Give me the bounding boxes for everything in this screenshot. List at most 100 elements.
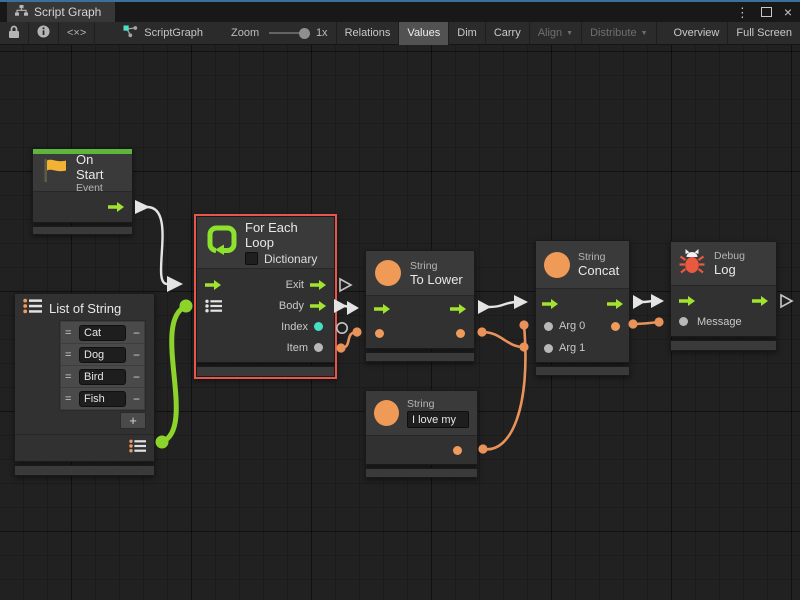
port-result-out[interactable]	[611, 322, 620, 331]
remove-item-button[interactable]: −	[130, 370, 140, 384]
flag-icon	[41, 157, 68, 189]
port-string-in[interactable]	[375, 329, 384, 338]
port-list-out[interactable]	[129, 439, 146, 458]
code-preview-button[interactable]: <×>	[59, 22, 95, 45]
overview-button[interactable]: Overview	[666, 22, 729, 45]
values-toggle[interactable]: Values	[399, 22, 449, 45]
list-item-value[interactable]: Cat	[79, 325, 126, 341]
list-item-value[interactable]: Fish	[79, 391, 126, 407]
port-trigger-in[interactable]	[542, 299, 558, 309]
node-string-literal[interactable]: String	[365, 390, 478, 478]
zoom-slider-handle[interactable]	[299, 28, 310, 39]
port-trigger-out[interactable]	[450, 304, 466, 314]
wire-concat-to-log[interactable]	[633, 294, 664, 309]
port-trigger-in[interactable]	[679, 296, 695, 306]
drag-handle[interactable]: =	[65, 393, 75, 405]
node-for-each-loop[interactable]: For Each Loop Dictionary Exit	[196, 216, 335, 377]
graph-hierarchy-icon	[15, 5, 28, 19]
node-footer	[365, 352, 475, 362]
port-string-out[interactable]	[456, 329, 465, 338]
exit-unconnected-marker[interactable]	[340, 279, 351, 291]
remove-item-button[interactable]: −	[130, 392, 140, 406]
node-footer	[32, 226, 133, 235]
tab-title: Script Graph	[34, 5, 101, 19]
log-exit-unconnected-marker[interactable]	[781, 295, 792, 307]
port-collection-in[interactable]	[205, 299, 222, 313]
list-item-value[interactable]: Dog	[79, 347, 126, 363]
node-title: To Lower	[410, 272, 463, 287]
list-item-row: = Cat −	[61, 322, 144, 343]
zoom-value: 1x	[316, 27, 328, 39]
lock-icon	[8, 25, 20, 42]
port-message-in[interactable]: Message	[679, 316, 742, 328]
node-concat[interactable]: String Concat	[535, 240, 630, 376]
wire-onstart-to-foreach[interactable]	[135, 200, 183, 292]
lock-button[interactable]	[0, 22, 29, 45]
window-menu-button[interactable]: ⋮	[736, 6, 749, 19]
wire-item-to-tolower[interactable]	[336, 327, 361, 352]
port-trigger-in[interactable]	[205, 280, 221, 290]
port-trigger-out[interactable]	[752, 296, 768, 306]
inspect-button[interactable]	[29, 22, 59, 45]
string-type-icon	[374, 400, 399, 426]
bug-icon	[679, 248, 705, 280]
node-category: String	[578, 251, 619, 263]
wire-body-to-tolower[interactable]	[334, 299, 359, 315]
chevron-down-icon: ▼	[566, 30, 573, 37]
wire-list-to-foreach[interactable]	[156, 300, 193, 449]
align-dropdown[interactable]: Align ▼	[530, 22, 582, 45]
unity-script-graph-window: Script Graph ⋮ ×	[0, 0, 800, 600]
relations-toggle[interactable]: Relations	[337, 22, 400, 45]
port-trigger-out[interactable]	[607, 299, 623, 309]
port-exit[interactable]: Exit	[286, 279, 326, 291]
node-to-lower[interactable]: String To Lower	[365, 250, 475, 362]
port-item[interactable]: Item	[287, 342, 326, 354]
port-string-out[interactable]	[453, 446, 462, 455]
port-arg0-in[interactable]: Arg 0	[544, 320, 585, 332]
drag-handle[interactable]: =	[65, 371, 75, 383]
string-value-input[interactable]	[407, 411, 469, 428]
list-item-row: = Bird −	[61, 366, 144, 387]
graph-canvas[interactable]: On Start Event	[0, 45, 800, 600]
node-footer	[535, 366, 630, 376]
node-debug-log[interactable]: Debug Log	[670, 241, 777, 351]
wire-tolower-to-concat[interactable]	[478, 295, 528, 314]
list-item-row: = Fish −	[61, 388, 144, 409]
close-button[interactable]: ×	[784, 5, 792, 19]
add-item-button[interactable]: +	[120, 412, 146, 429]
carry-toggle[interactable]: Carry	[486, 22, 530, 45]
port-index[interactable]: Index	[281, 321, 326, 333]
node-category: Debug	[714, 250, 745, 262]
drag-handle[interactable]: =	[65, 349, 75, 361]
list-item-value[interactable]: Bird	[79, 369, 126, 385]
fullscreen-button[interactable]: Full Screen	[728, 22, 800, 45]
index-unconnected-marker[interactable]	[337, 323, 347, 333]
wire-tolower-to-arg1[interactable]	[477, 327, 528, 351]
drag-handle[interactable]: =	[65, 327, 75, 339]
wire-concat-to-message[interactable]	[628, 317, 663, 328]
dictionary-checkbox[interactable]	[245, 252, 258, 265]
node-title: On Start	[76, 152, 124, 182]
title-bar: Script Graph ⋮ ×	[0, 2, 800, 22]
node-footer	[670, 340, 777, 351]
zoom-label: Zoom	[231, 27, 259, 39]
zoom-slider[interactable]	[269, 32, 308, 34]
maximize-button[interactable]	[761, 7, 772, 17]
distribute-dropdown[interactable]: Distribute ▼	[582, 22, 656, 45]
node-list-of-string[interactable]: List of String = Cat − = Dog − =	[14, 293, 155, 476]
node-title: Concat	[578, 263, 619, 278]
node-title: Log	[714, 262, 745, 277]
port-trigger-out[interactable]	[108, 202, 124, 212]
list-editor: = Cat − = Dog − = Bird − =	[59, 320, 146, 411]
node-on-start[interactable]: On Start Event	[32, 148, 133, 235]
port-trigger-in[interactable]	[374, 304, 390, 314]
string-type-icon	[544, 252, 570, 278]
remove-item-button[interactable]: −	[130, 326, 140, 340]
dim-toggle[interactable]: Dim	[449, 22, 486, 45]
port-body[interactable]: Body	[279, 300, 326, 312]
node-title: List of String	[49, 301, 121, 316]
graph-reference[interactable]: ScriptGraph	[123, 25, 203, 41]
remove-item-button[interactable]: −	[130, 348, 140, 362]
tab-script-graph[interactable]: Script Graph	[7, 2, 115, 22]
port-arg1-in[interactable]: Arg 1	[544, 342, 585, 354]
